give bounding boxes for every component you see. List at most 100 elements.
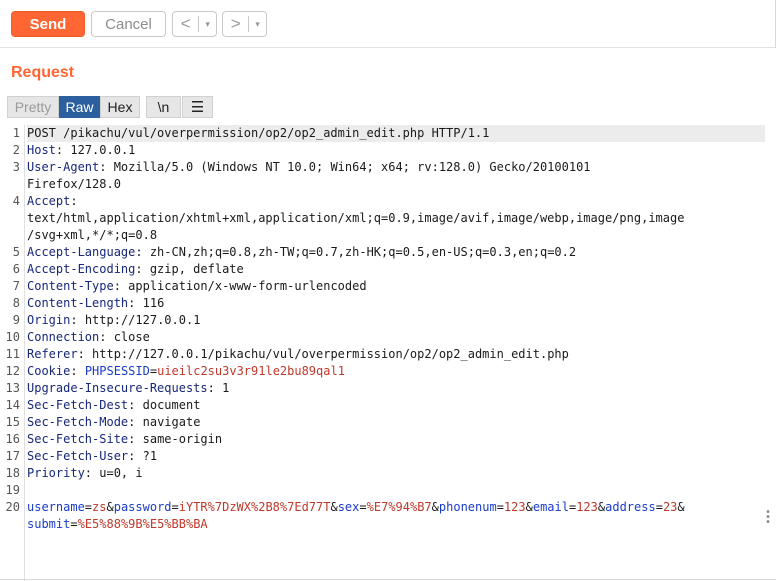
header-line: Upgrade-Insecure-Requests: 1 (27, 380, 229, 397)
line-number: 18 (5, 466, 20, 480)
scrollbar-handle[interactable]: • • • (765, 508, 771, 528)
tab-raw[interactable]: Raw (59, 96, 100, 118)
header-line: Content-Length: 116 (27, 295, 164, 312)
hamburger-icon[interactable]: ☰ (182, 96, 213, 118)
tab-hex[interactable]: Hex (100, 96, 140, 118)
request-line: POST /pikachu/vul/overpermission/op2/op2… (27, 125, 765, 142)
header-colon: : (70, 364, 78, 378)
line-number: 19 (5, 483, 20, 497)
header-line: Cookie: PHPSESSID=uieilc2su3v3r91le2bu89… (27, 363, 345, 380)
equals: = (496, 500, 504, 514)
param-name: submit (27, 517, 71, 531)
header-name: Upgrade-Insecure-Requests (27, 381, 208, 395)
param-name: address (605, 500, 656, 514)
param-value: iYTR%7DzWX%2B8%7Ed77T (178, 500, 331, 514)
param-name: email (532, 500, 569, 514)
equals: = (359, 500, 367, 514)
ampersand: & (677, 500, 685, 514)
header-value: close (106, 330, 150, 344)
line-number: 8 (12, 296, 20, 310)
header-value: http://127.0.0.1 (77, 313, 201, 327)
header-line: /svg+xml,*/*;q=0.8 (27, 228, 158, 242)
cookie-value: uieilc2su3v3r91le2bu89qal1 (157, 364, 345, 378)
header-line: Firefox/128.0 (27, 177, 121, 191)
line-number: 6 (12, 262, 20, 276)
header-name: Referer (27, 347, 78, 361)
history-forward-button[interactable]: > ▾ (222, 11, 267, 37)
equals: = (70, 517, 78, 531)
header-value: document (135, 398, 201, 412)
equals: = (149, 364, 158, 378)
header-name: Sec-Fetch-User (27, 449, 129, 463)
equals: = (171, 500, 179, 514)
header-line: Host: 127.0.0.1 (27, 142, 135, 159)
header-line: text/html,application/xhtml+xml,applicat… (27, 211, 685, 225)
line-number: 9 (12, 313, 20, 327)
header-colon: : (84, 466, 93, 480)
header-name: Origin (27, 313, 71, 327)
header-colon: : (135, 262, 143, 276)
tab-pretty[interactable]: Pretty (7, 96, 59, 118)
header-line: Accept: (27, 193, 78, 210)
header-colon: : (207, 381, 215, 395)
line-number: 10 (5, 330, 20, 344)
ampersand: & (330, 500, 338, 514)
cookie-name: PHPSESSID (84, 364, 150, 378)
header-colon: : (70, 313, 78, 327)
header-value: application/x-www-form-urlencoded (120, 279, 367, 293)
send-button[interactable]: Send (11, 11, 85, 37)
ampersand: & (525, 500, 533, 514)
header-name: Content-Type (27, 279, 114, 293)
request-toolbar: Send Cancel < ▾ > ▾ (0, 0, 776, 48)
equals: = (84, 500, 93, 514)
header-line: Accept-Encoding: gzip, deflate (27, 261, 244, 278)
line-number: 14 (5, 398, 20, 412)
header-value: navigate (135, 415, 201, 429)
header-value: u=0, i (92, 466, 143, 480)
header-line: Origin: http://127.0.0.1 (27, 312, 200, 329)
line-number: 5 (12, 245, 20, 259)
header-name: Content-Length (27, 296, 129, 310)
header-value: 116 (135, 296, 165, 310)
line-number: 2 (12, 143, 20, 157)
line-number: 13 (5, 381, 20, 395)
divider (0, 579, 776, 580)
line-number-gutter: 1 2 3 4 5 6 7 8 9 10 11 12 13 14 15 16 17 18 19 20 (0, 125, 25, 581)
line-number: 15 (5, 415, 20, 429)
line-number: 4 (12, 194, 20, 208)
header-line: Connection: close (27, 329, 150, 346)
param-name: username (27, 500, 85, 514)
line-number: 7 (12, 279, 20, 293)
param-value: 23 (662, 500, 678, 514)
header-name: Connection (27, 330, 100, 344)
history-back-button[interactable]: < ▾ (172, 11, 217, 37)
line-number: 20 (5, 500, 20, 514)
header-name: Accept-Encoding (27, 262, 136, 276)
param-name: phonenum (438, 500, 497, 514)
line-number: 16 (5, 432, 20, 446)
header-line: Referer: http://127.0.0.1/pikachu/vul/ov… (27, 346, 569, 363)
header-value: 1 (214, 381, 230, 395)
chevron-right-icon: > (230, 14, 241, 33)
header-name: Sec-Fetch-Dest (27, 398, 129, 412)
header-value: same-origin (135, 432, 223, 446)
chevron-left-icon: < (180, 14, 191, 33)
header-value: 127.0.0.1 (63, 143, 136, 157)
chevron-down-icon[interactable]: ▾ (249, 19, 266, 30)
line-number: 17 (5, 449, 20, 463)
header-name: Accept (27, 194, 71, 208)
cancel-button[interactable]: Cancel (91, 11, 166, 37)
raw-request-editor[interactable]: 1 2 3 4 5 6 7 8 9 10 11 12 13 14 15 16 17 18 19 20 POST /pi… (0, 125, 776, 581)
header-colon: : (70, 194, 78, 208)
header-value: http://127.0.0.1/pikachu/vul/overpermiss… (84, 347, 569, 361)
header-name: Cookie (27, 364, 71, 378)
equals: = (655, 500, 663, 514)
param-value: 123 (503, 500, 526, 514)
line-number: 11 (5, 347, 20, 361)
param-value: zs (92, 500, 107, 514)
param-value: 123 (576, 500, 598, 514)
request-body-line: username=zs&password=iYTR%7DzWX%2B8%7Ed7… (27, 499, 685, 516)
show-newlines-toggle[interactable]: \n (146, 96, 181, 118)
chevron-down-icon[interactable]: ▾ (199, 19, 216, 30)
